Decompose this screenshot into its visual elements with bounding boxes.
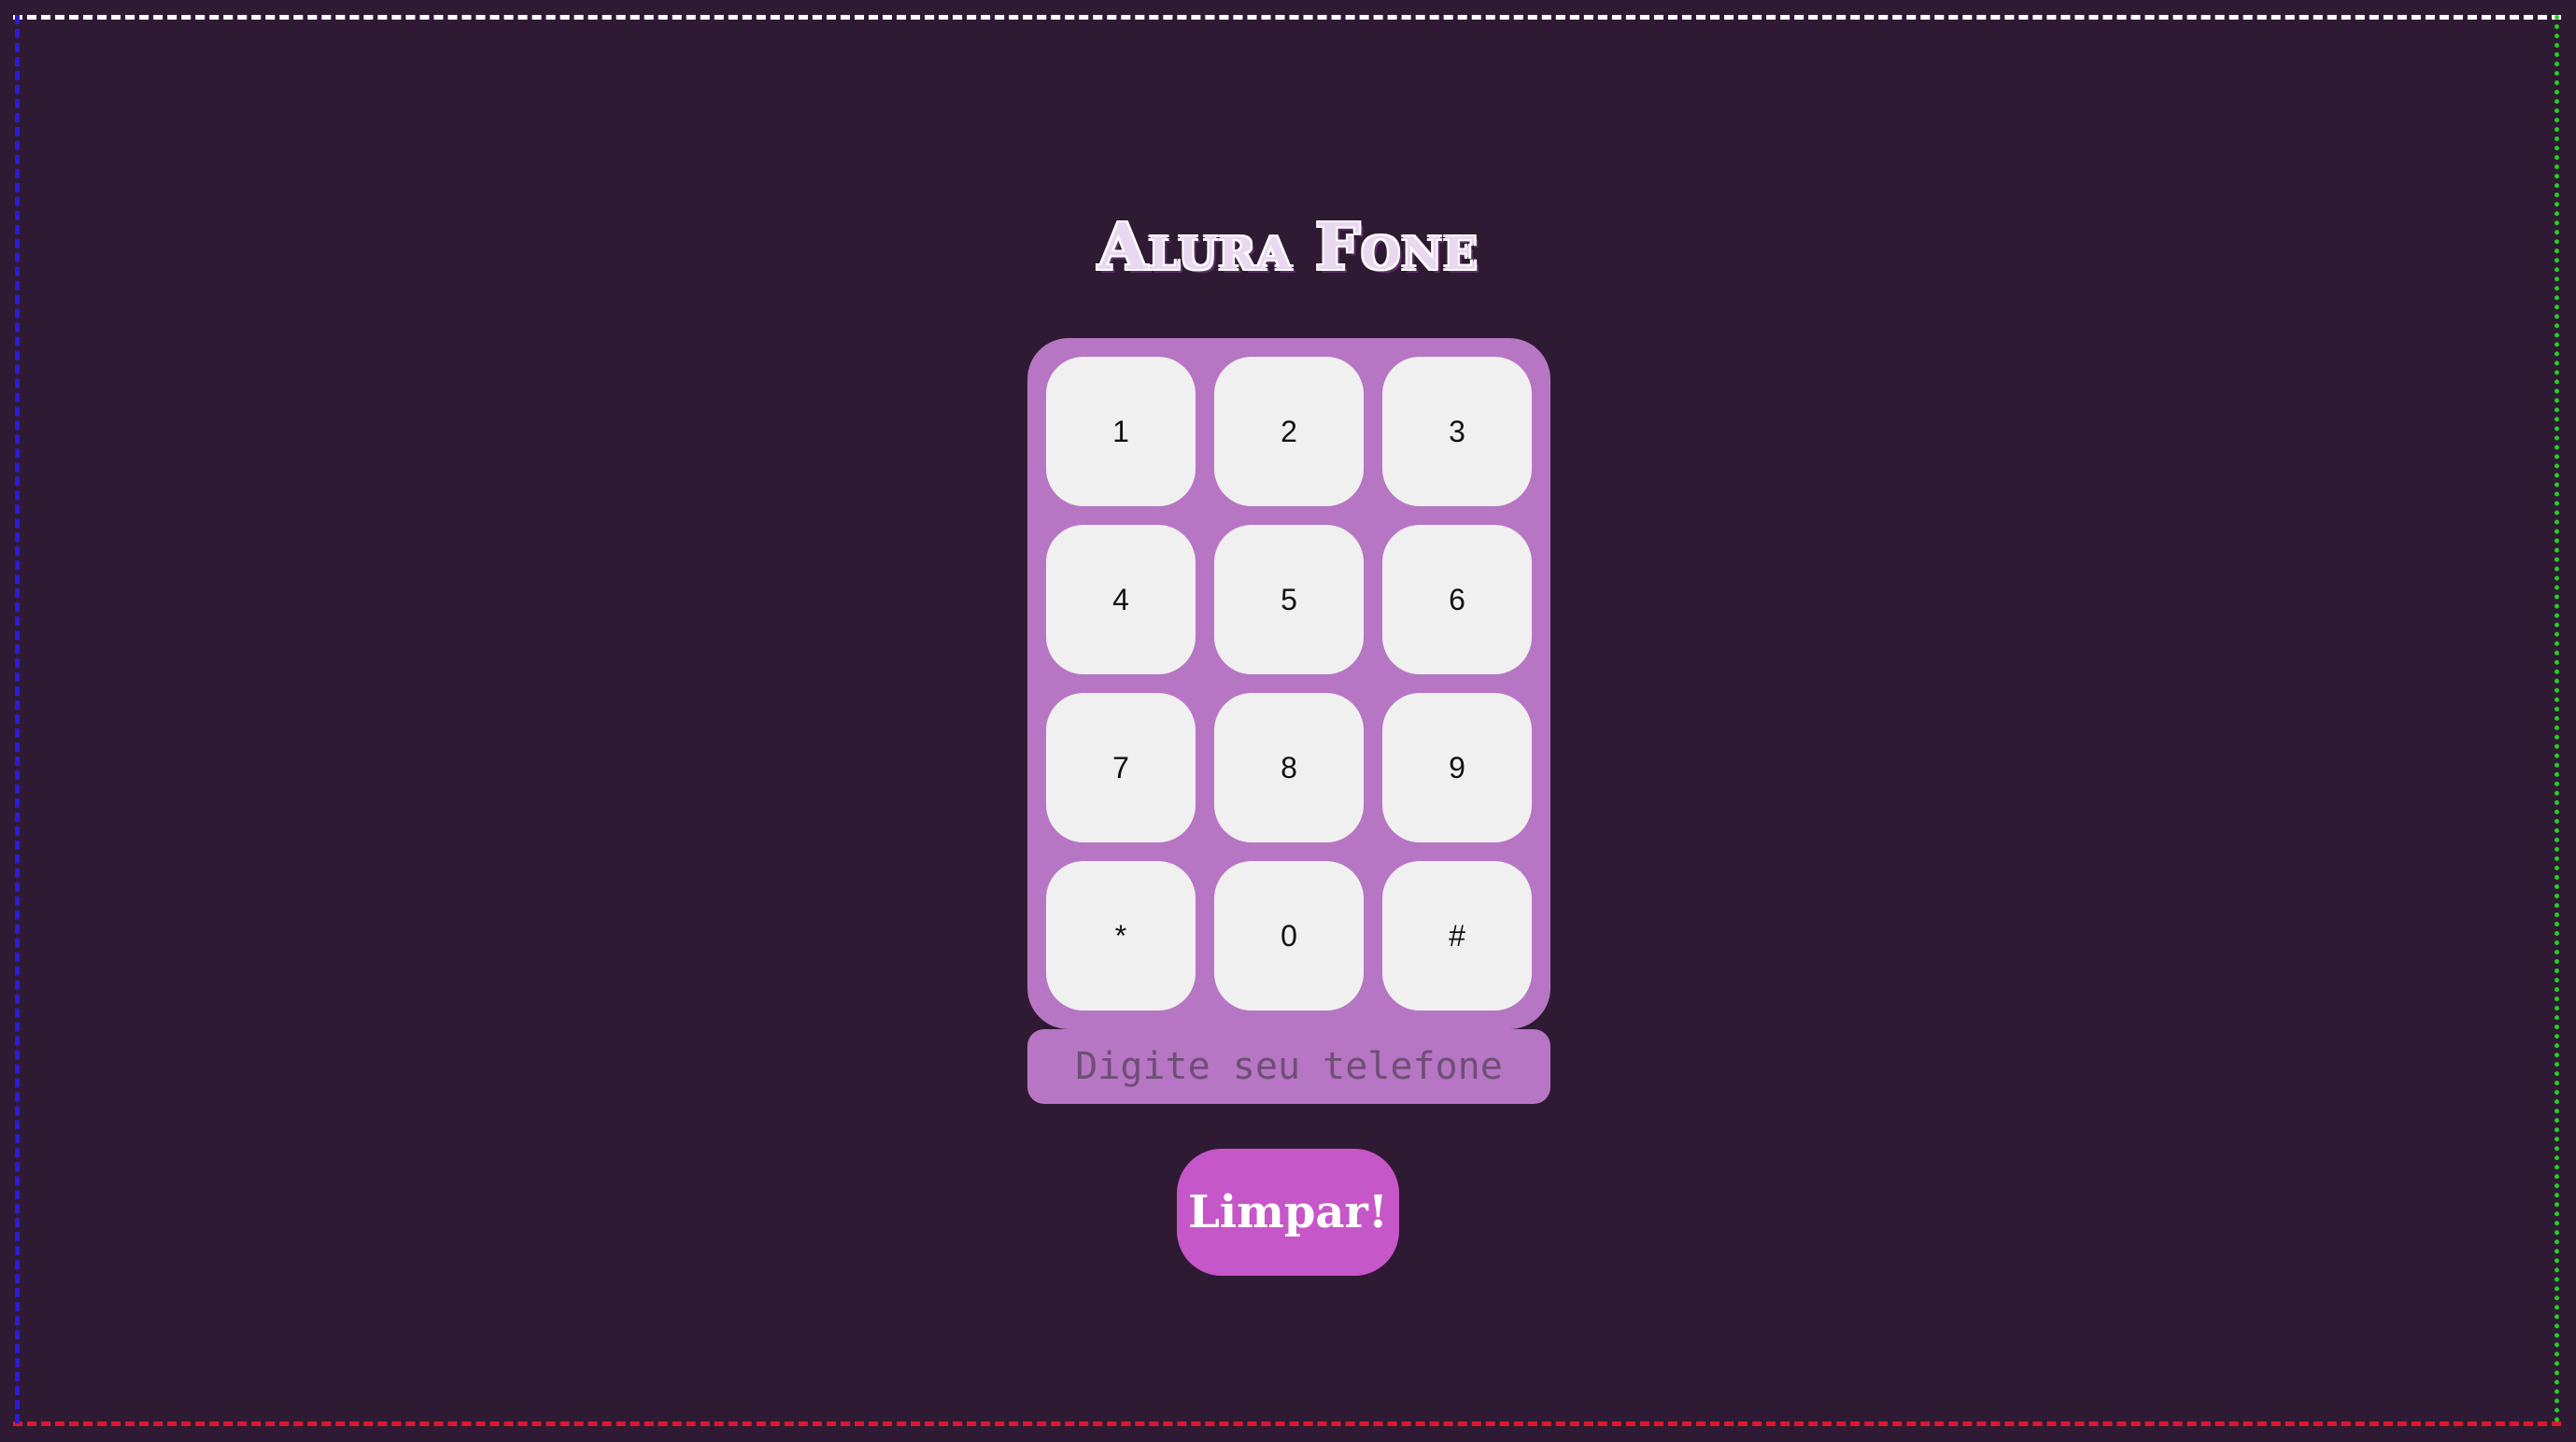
phone-input[interactable] bbox=[1027, 1029, 1550, 1104]
key-6[interactable]: 6 bbox=[1382, 525, 1532, 674]
key-2[interactable]: 2 bbox=[1214, 357, 1364, 506]
key-0[interactable]: 0 bbox=[1214, 861, 1364, 1011]
key-9[interactable]: 9 bbox=[1382, 693, 1532, 842]
key-3[interactable]: 3 bbox=[1382, 357, 1532, 506]
keypad: 1 2 3 4 5 6 7 8 9 * 0 # bbox=[1027, 338, 1550, 1029]
key-star[interactable]: * bbox=[1046, 861, 1196, 1011]
page-title: Alura Fone bbox=[1097, 210, 1479, 285]
key-8[interactable]: 8 bbox=[1214, 693, 1364, 842]
page-border-bottom bbox=[13, 1421, 2561, 1426]
key-1[interactable]: 1 bbox=[1046, 357, 1196, 506]
key-5[interactable]: 5 bbox=[1214, 525, 1364, 674]
key-hash[interactable]: # bbox=[1382, 861, 1532, 1011]
key-4[interactable]: 4 bbox=[1046, 525, 1196, 674]
clear-button[interactable]: Limpar! bbox=[1177, 1149, 1399, 1276]
page-border-top bbox=[13, 15, 2561, 20]
key-7[interactable]: 7 bbox=[1046, 693, 1196, 842]
